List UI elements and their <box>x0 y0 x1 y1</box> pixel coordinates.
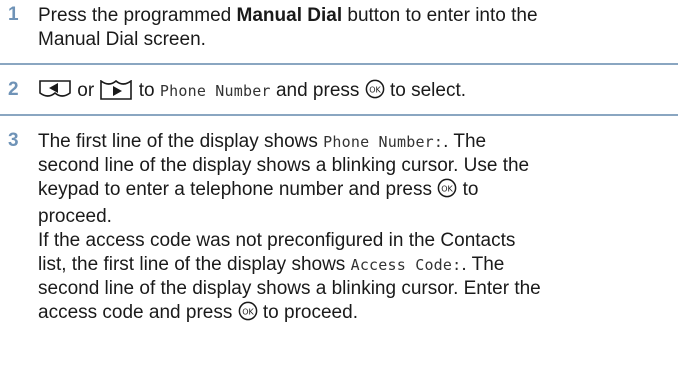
left-arrow-key-icon <box>38 80 72 107</box>
display-text-phone-number: Phone Number: <box>323 133 444 151</box>
step-text: or to Phone Number and press OK to selec… <box>38 79 670 107</box>
manual-dial-label: Manual Dial <box>236 5 343 26</box>
divider <box>0 63 678 65</box>
step-number: 3 <box>8 130 19 151</box>
ok-key-icon: OK <box>238 301 258 328</box>
svg-text:OK: OK <box>369 85 381 94</box>
step-text: Press the programmed Manual Dial button … <box>38 5 538 50</box>
phone-number-menu-item: Phone Number <box>159 82 271 100</box>
right-arrow-key-icon <box>99 79 133 107</box>
step-number: 2 <box>8 79 19 100</box>
divider <box>0 114 678 116</box>
step-text: The first line of the display shows Phon… <box>38 130 670 328</box>
ok-key-icon: OK <box>365 79 385 106</box>
svg-text:OK: OK <box>242 307 254 316</box>
step-number: 1 <box>8 4 19 25</box>
svg-text:OK: OK <box>442 184 454 193</box>
display-text-access-code: Access Code: <box>350 256 462 274</box>
ok-key-icon: OK <box>437 178 457 205</box>
